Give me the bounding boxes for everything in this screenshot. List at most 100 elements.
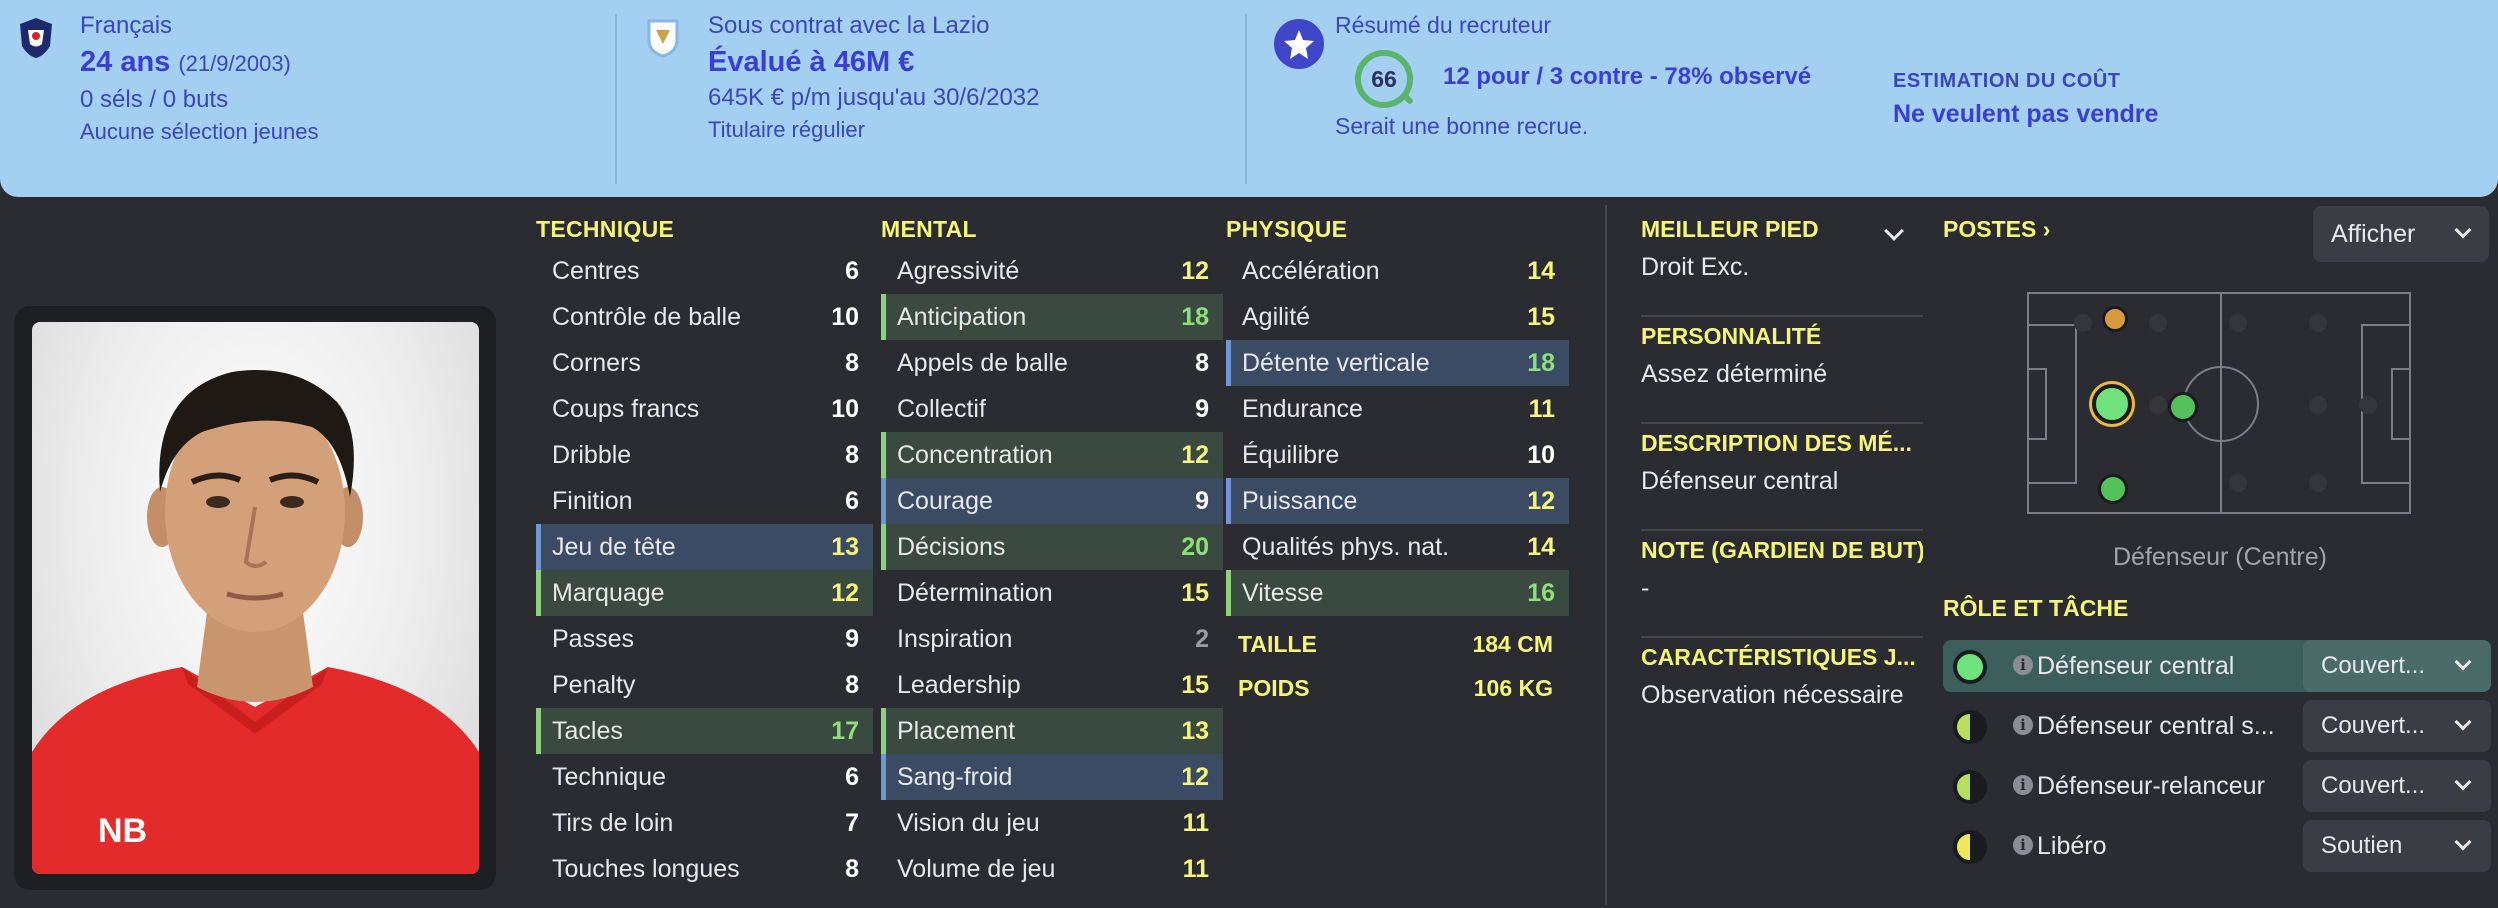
show-dropdown-label: Afficher <box>2331 220 2416 248</box>
attribute-name: Collectif <box>897 395 986 423</box>
role-row[interactable]: i Défenseur central Couvert... <box>1943 640 2491 692</box>
duty-value: Couvert... <box>2321 712 2426 739</box>
attribute-name: Coups francs <box>552 395 700 423</box>
attribute-row[interactable]: Penalty 8 <box>536 662 873 708</box>
attribute-row[interactable]: Touches longues 8 <box>536 846 873 892</box>
attribute-row[interactable]: Marquage 12 <box>536 570 873 616</box>
nationality[interactable]: Français <box>80 10 319 42</box>
goalkeeper-rating-label: NOTE (GARDIEN DE BUT) <box>1641 537 1923 563</box>
attribute-row[interactable]: Détente verticale 18 <box>1226 340 1569 386</box>
position-dc-centre-dot[interactable] <box>2092 384 2132 424</box>
attribute-row[interactable]: Tirs de loin 7 <box>536 800 873 846</box>
attribute-value: 17 <box>831 717 859 745</box>
info-icon[interactable]: i <box>2013 715 2033 735</box>
position-caption: Défenseur (Centre) <box>2113 543 2327 571</box>
role-row[interactable]: i Libéro Soutien <box>1943 820 2491 872</box>
positions-link[interactable]: POSTES › <box>1943 216 2050 243</box>
transfer-value: Évalué à 46M € <box>708 46 915 78</box>
scout-note: Serait une bonne recrue. <box>1335 113 1589 139</box>
attribute-row[interactable]: Contrôle de balle 10 <box>536 294 873 340</box>
attribute-row[interactable]: Centres 6 <box>536 248 873 294</box>
attribute-row[interactable]: Technique 6 <box>536 754 873 800</box>
right-goal-box <box>2391 368 2411 440</box>
attribute-value: 6 <box>845 763 859 791</box>
attribute-row[interactable]: Passes 9 <box>536 616 873 662</box>
role-name: Défenseur central <box>2037 652 2235 680</box>
goalkeeper-rating-block: NOTE (GARDIEN DE BUT) - <box>1641 531 1923 638</box>
attribute-row[interactable]: Accélération 14 <box>1226 248 1569 294</box>
info-icon[interactable]: i <box>2013 655 2033 675</box>
duty-value: Couvert... <box>2321 652 2426 679</box>
chevron-down-icon <box>2454 833 2472 851</box>
attribute-value: 10 <box>1527 441 1555 469</box>
attribute-row[interactable]: Volume de jeu 11 <box>881 846 1223 892</box>
attribute-value: 20 <box>1181 533 1209 561</box>
attribute-row[interactable]: Appels de balle 8 <box>881 340 1223 386</box>
attribute-value: 13 <box>831 533 859 561</box>
attribute-row[interactable]: Agilité 15 <box>1226 294 1569 340</box>
attribute-row[interactable]: Vision du jeu 11 <box>881 800 1223 846</box>
attribute-row[interactable]: Corners 8 <box>536 340 873 386</box>
attribute-row[interactable]: Dribble 8 <box>536 432 873 478</box>
attribute-name: Sang-froid <box>897 763 1013 791</box>
attribute-name: Appels de balle <box>897 349 1068 377</box>
preferred-foot-value: Droit Exc. <box>1641 253 1750 281</box>
preferred-foot-block[interactable]: MEILLEUR PIED Droit Exc. <box>1641 210 1923 317</box>
role-suitability-dot <box>1953 650 1987 684</box>
show-dropdown[interactable]: Afficher <box>2313 206 2489 262</box>
attribute-row[interactable]: Collectif 9 <box>881 386 1223 432</box>
attribute-name: Centres <box>552 257 640 285</box>
info-icon[interactable]: i <box>2013 835 2033 855</box>
player-overview-banner: Français 24 ans (21/9/2003) 0 séls / 0 b… <box>0 0 2498 197</box>
player-traits-block[interactable]: CARACTÉRISTIQUES J... Observation nécess… <box>1641 638 1923 745</box>
attribute-row[interactable]: Endurance 11 <box>1226 386 1569 432</box>
attribute-row[interactable]: Anticipation 18 <box>881 294 1223 340</box>
attribute-name: Agressivité <box>897 257 1020 285</box>
attribute-row[interactable]: Finition 6 <box>536 478 873 524</box>
contract-club[interactable]: Sous contrat avec la Lazio <box>708 10 1040 42</box>
position-marker <box>2309 396 2327 414</box>
player-photo[interactable]: NB <box>32 322 479 874</box>
attribute-value: 7 <box>845 809 859 837</box>
attribute-row[interactable]: Qualités phys. nat. 14 <box>1226 524 1569 570</box>
role-duty-title: RÔLE ET TÂCHE <box>1943 595 2129 621</box>
info-icon[interactable]: i <box>2013 775 2033 795</box>
role-row[interactable]: i Défenseur-relanceur Couvert... <box>1943 760 2491 812</box>
attribute-row[interactable]: Concentration 12 <box>881 432 1223 478</box>
attribute-row[interactable]: Agressivité 12 <box>881 248 1223 294</box>
height-label: TAILLE <box>1238 631 1317 657</box>
date-of-birth: (21/9/2003) <box>178 51 291 76</box>
attribute-row[interactable]: Inspiration 2 <box>881 616 1223 662</box>
personality-value: Assez déterminé <box>1641 360 1828 388</box>
attribute-value: 11 <box>1528 395 1555 423</box>
attribute-name: Concentration <box>897 441 1053 469</box>
attribute-row[interactable]: Sang-froid 12 <box>881 754 1223 800</box>
scout-summary-title[interactable]: Résumé du recruteur <box>1335 12 1551 39</box>
position-dc-right-dot[interactable] <box>2098 474 2128 504</box>
attribute-row[interactable]: Jeu de tête 13 <box>536 524 873 570</box>
attribute-row[interactable]: Placement 13 <box>881 708 1223 754</box>
attribute-row[interactable]: Décisions 20 <box>881 524 1223 570</box>
weight-value: 106 KG <box>1473 675 1553 701</box>
attribute-name: Détermination <box>897 579 1053 607</box>
duty-select[interactable]: Couvert... <box>2303 640 2491 692</box>
column-divider <box>1605 205 1607 905</box>
attribute-name: Agilité <box>1242 303 1311 331</box>
attribute-row[interactable]: Coups francs 10 <box>536 386 873 432</box>
attribute-row[interactable]: Détermination 15 <box>881 570 1223 616</box>
duty-select[interactable]: Soutien <box>2303 820 2491 872</box>
position-dc-left-dot[interactable] <box>2102 306 2128 332</box>
attribute-row[interactable]: Puissance 12 <box>1226 478 1569 524</box>
attribute-row[interactable]: Courage 9 <box>881 478 1223 524</box>
position-dm-dot[interactable] <box>2168 392 2198 422</box>
attribute-row[interactable]: Vitesse 16 <box>1226 570 1569 616</box>
attribute-row[interactable]: Leadership 15 <box>881 662 1223 708</box>
attribute-row[interactable]: Tacles 17 <box>536 708 873 754</box>
duty-select[interactable]: Couvert... <box>2303 760 2491 812</box>
player-info-column: MEILLEUR PIED Droit Exc. PERSONNALITÉ As… <box>1641 210 1923 745</box>
attribute-row[interactable]: Équilibre 10 <box>1226 432 1569 478</box>
attribute-value: 12 <box>1527 487 1555 515</box>
attribute-name: Penalty <box>552 671 636 699</box>
role-row[interactable]: i Défenseur central s... Couvert... <box>1943 700 2491 752</box>
duty-select[interactable]: Couvert... <box>2303 700 2491 752</box>
